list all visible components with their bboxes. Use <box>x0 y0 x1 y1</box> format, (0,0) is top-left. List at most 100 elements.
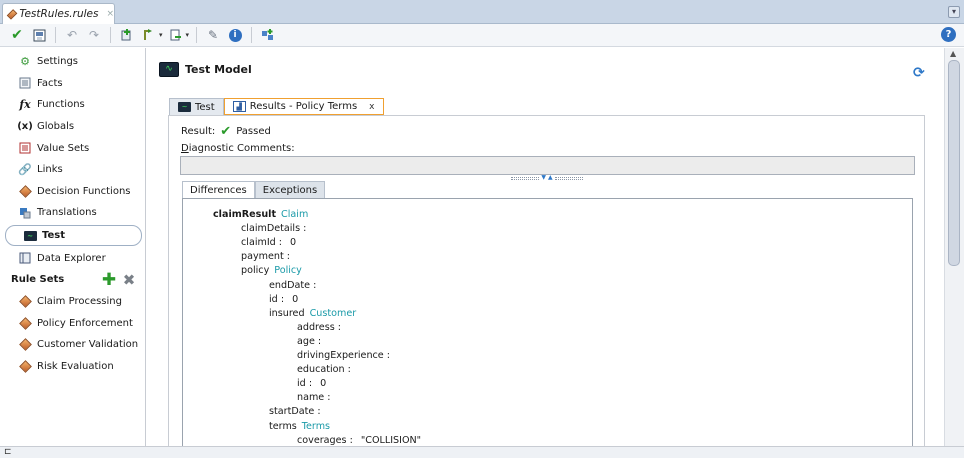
deploy-icon[interactable] <box>259 26 277 44</box>
rule-set-label: Risk Evaluation <box>37 361 114 373</box>
sidebar-item-data-explorer[interactable]: Data Explorer <box>0 247 145 269</box>
sidebar-item-links[interactable]: 🔗 Links <box>0 159 145 181</box>
sidebar: ⚙ Settings Facts fx Functions (x) Global… <box>0 48 146 446</box>
sidebar-item-value-sets[interactable]: Value Sets <box>0 137 145 159</box>
tab-test[interactable]: ~ Test <box>169 98 224 115</box>
sidebar-item-functions[interactable]: fx Functions <box>0 94 145 116</box>
tree-node-name: endDate <box>269 279 311 291</box>
differences-tree: claimResult Claim claimDetails : claimId :0… <box>182 198 913 447</box>
tree-row[interactable]: payment : <box>241 250 290 264</box>
toolbar-separator <box>251 27 253 43</box>
tools-icon[interactable]: ✎ <box>204 26 222 44</box>
tree-row[interactable]: education : <box>297 363 351 377</box>
page-title: Test Model <box>185 63 252 76</box>
add-rule-set-icon[interactable]: ✚ <box>101 270 117 290</box>
splitter-handle[interactable]: ▼ ▲ <box>510 175 584 181</box>
tree-row[interactable]: coverages : "COLLISION" <box>297 434 421 447</box>
sidebar-item-globals[interactable]: (x) Globals <box>0 116 145 138</box>
sidebar-item-test[interactable]: ~ Test <box>5 224 142 247</box>
tree-row[interactable]: policy Policy <box>241 264 302 278</box>
tree-node-name: claimResult <box>213 209 277 220</box>
delete-rule-set-icon[interactable]: ✖ <box>121 271 137 289</box>
export-icon[interactable] <box>167 26 185 44</box>
main-editor: ∿ Test Model ⟳ ~ Test ▟ Results - Policy… <box>147 48 944 447</box>
sidebar-item-settings[interactable]: ⚙ Settings <box>0 51 145 73</box>
tree-row[interactable]: terms Terms <box>269 420 330 434</box>
tree-node-colon: : <box>300 223 307 235</box>
sidebar-item-label: Facts <box>37 77 63 89</box>
tree-row[interactable]: startDate : <box>269 405 321 419</box>
info-icon[interactable]: i <box>226 26 244 44</box>
redo-icon[interactable]: ↷ <box>85 26 103 44</box>
collapse-up-icon[interactable]: ▲ <box>548 175 553 181</box>
collapse-panel-icon[interactable]: ⊏ <box>4 447 12 457</box>
tree-node-name: terms <box>269 420 297 432</box>
tree-row[interactable]: insured Customer <box>269 307 356 321</box>
rule-set-risk-evaluation[interactable]: Risk Evaluation <box>0 356 145 378</box>
links-icon: 🔗 <box>18 163 32 177</box>
tab-results-policy-terms[interactable]: ▟ Results - Policy Terms x <box>223 98 384 115</box>
tree-row[interactable]: age : <box>297 335 321 349</box>
tree-node-name: insured <box>269 307 305 319</box>
sidebar-item-decision-functions[interactable]: Decision Functions <box>0 181 145 203</box>
diagnostic-comments-field[interactable] <box>180 156 915 175</box>
help-icon[interactable]: ? <box>941 27 956 42</box>
collapse-down-icon[interactable]: ▼ <box>541 175 546 181</box>
tree-row[interactable]: name : <box>297 391 331 405</box>
tree-row[interactable]: claimId :0 <box>241 236 296 250</box>
sidebar-item-translations[interactable]: Translations <box>0 202 145 224</box>
tree-node-colon: : <box>344 364 351 376</box>
document-tab[interactable]: TestRules.rules × <box>2 3 115 24</box>
scrollbar-thumb[interactable] <box>948 60 960 266</box>
sidebar-item-facts[interactable]: Facts <box>0 73 145 95</box>
diagnostic-label-text: iagnostic Comments: <box>188 143 295 154</box>
tree-node-name: address <box>297 321 335 333</box>
tab-list-menu-icon[interactable]: ▾ <box>948 6 960 18</box>
check-icon: ✔ <box>220 124 232 139</box>
document-tab-title: TestRules.rules <box>19 8 99 20</box>
new-rule-icon[interactable] <box>118 26 136 44</box>
tree-row[interactable]: id :0 <box>269 293 298 307</box>
rule-set-customer-validation[interactable]: Customer Validation <box>0 334 145 356</box>
navigate-dropdown-icon[interactable]: ▾ <box>159 31 163 39</box>
tree-node-colon: : <box>310 279 317 291</box>
tree-node-value: "COLLISION" <box>360 434 422 446</box>
rule-sets-header: Rule Sets ✚ ✖ <box>0 269 145 291</box>
tree-node-colon: : <box>314 335 322 347</box>
tree-row[interactable]: address : <box>297 321 341 335</box>
decision-functions-icon <box>18 184 32 198</box>
sidebar-item-label: Globals <box>37 121 75 133</box>
tree-node-type[interactable]: Customer <box>310 308 357 319</box>
tree-row[interactable]: id :0 <box>297 377 326 391</box>
result-value: Passed <box>236 126 271 137</box>
export-dropdown-icon[interactable]: ▾ <box>186 31 190 39</box>
tree-node-type[interactable]: Policy <box>274 265 302 276</box>
tree-node-value: 0 <box>290 237 297 249</box>
diagnostic-comments-label: Diagnostic Comments: <box>181 143 295 154</box>
result-label: Result: <box>181 126 216 137</box>
undo-icon[interactable]: ↶ <box>63 26 81 44</box>
rule-set-policy-enforcement[interactable]: Policy Enforcement <box>0 313 145 335</box>
tree-node-name: age <box>297 335 315 347</box>
tree-row[interactable]: endDate : <box>269 279 316 293</box>
tree-row[interactable]: claimResult Claim <box>213 208 308 222</box>
close-icon[interactable]: x <box>369 102 374 112</box>
tab-exceptions[interactable]: Exceptions <box>254 181 326 198</box>
scroll-up-icon[interactable]: ▲ <box>950 49 956 58</box>
tree-node-type[interactable]: Terms <box>302 421 330 432</box>
navigate-icon[interactable] <box>140 26 158 44</box>
validate-icon[interactable]: ✔ <box>8 26 26 44</box>
results-inner-tabs: Differences Exceptions <box>182 181 326 198</box>
tree-node-colon: : <box>275 237 283 249</box>
close-icon[interactable]: × <box>106 9 114 19</box>
tree-node-type[interactable]: Claim <box>281 209 308 220</box>
document-tab-strip: TestRules.rules × ▾ <box>0 0 964 24</box>
tree-row[interactable]: drivingExperience : <box>297 349 390 363</box>
tab-differences[interactable]: Differences <box>182 181 255 198</box>
vertical-scrollbar[interactable]: ▲ ▼ <box>944 48 964 458</box>
refresh-icon[interactable]: ⟳ <box>913 65 925 81</box>
rule-set-claim-processing[interactable]: Claim Processing <box>0 291 145 313</box>
rule-set-icon <box>18 360 32 374</box>
save-icon[interactable] <box>30 26 48 44</box>
tree-row[interactable]: claimDetails : <box>241 222 306 236</box>
